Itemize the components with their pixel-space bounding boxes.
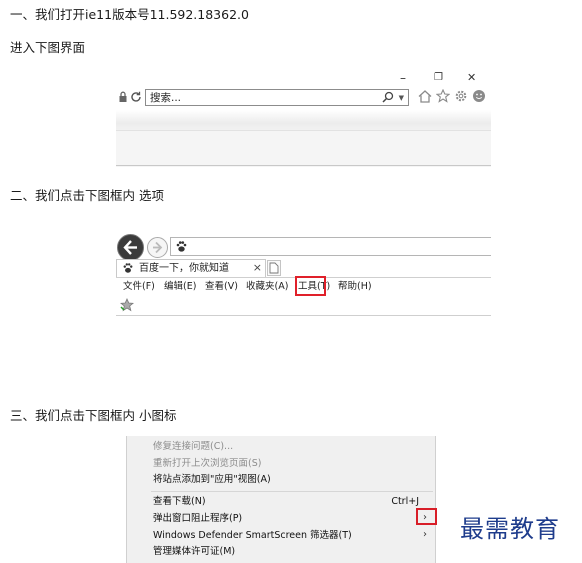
address-input-text: 搜索...	[150, 92, 182, 104]
home-icon[interactable]	[418, 90, 432, 103]
close-tab-icon[interactable]: ×	[253, 261, 262, 275]
menu-item-fix-connection: 修复连接问题(C)...	[153, 441, 234, 452]
address-bar[interactable]	[170, 237, 491, 256]
refresh-icon[interactable]	[130, 91, 142, 103]
watermark-logo: 最需教育	[460, 515, 560, 543]
menu-view[interactable]: 查看(V)	[205, 280, 238, 293]
divider	[116, 315, 491, 316]
step-2-text: 二、我们点击下图框内 选项	[10, 188, 164, 203]
baidu-paw-icon	[175, 240, 188, 253]
favorites-star-icon[interactable]	[436, 89, 450, 103]
step-1-subtext: 进入下图界面	[10, 40, 86, 55]
menu-file[interactable]: 文件(F)	[123, 280, 155, 293]
menu-separator	[151, 491, 433, 492]
new-tab-button[interactable]	[267, 260, 281, 276]
tab-baidu[interactable]: 百度一下，你就知道 ×	[116, 259, 266, 278]
smartscreen-submenu-arrow-icon[interactable]: ›	[423, 528, 427, 541]
forward-button[interactable]	[147, 237, 168, 258]
menu-item-add-site-to-apps[interactable]: 将站点添加到"应用"视图(A)	[153, 473, 271, 486]
menu-item-reopen-session: 重新打开上次浏览页面(S)	[153, 458, 262, 469]
tab-title: 百度一下，你就知道	[139, 263, 229, 274]
tools-highlight-box	[295, 276, 326, 296]
favorites-bar	[116, 295, 491, 315]
gear-icon[interactable]	[454, 89, 468, 103]
menu-favorites[interactable]: 收藏夹(A)	[246, 280, 288, 293]
maximize-button[interactable]: ❐	[434, 71, 443, 85]
back-button[interactable]	[117, 234, 144, 261]
smiley-icon[interactable]	[472, 89, 486, 103]
menu-edit[interactable]: 编辑(E)	[164, 280, 196, 293]
tools-menu-screenshot: 修复连接问题(C)... 重新打开上次浏览页面(S) 将站点添加到"应用"视图(…	[126, 436, 436, 563]
menu-item-media-licenses[interactable]: 管理媒体许可证(M)	[153, 545, 235, 558]
ie11-menubar-screenshot: 百度一下，你就知道 × 文件(F) 编辑(E) 查看(V) 收藏夹(A) 工具(…	[116, 233, 491, 316]
menu-help[interactable]: 帮助(H)	[338, 280, 372, 293]
toolbar-shadow	[116, 110, 491, 132]
submenu-arrow-highlight-box	[416, 508, 437, 525]
step-3-text: 三、我们点击下图框内 小图标	[10, 408, 177, 423]
search-icon[interactable]	[382, 89, 394, 103]
baidu-paw-icon	[122, 262, 134, 274]
shortcut-view-downloads: Ctrl+J	[391, 496, 419, 507]
dropdown-icon[interactable]: ▼	[399, 91, 404, 105]
close-button[interactable]: ✕	[467, 71, 476, 85]
menu-item-smartscreen[interactable]: Windows Defender SmartScreen 筛选器(T)	[153, 529, 352, 542]
menu-item-view-downloads[interactable]: 查看下载(N)	[153, 495, 206, 508]
minimize-button[interactable]: –	[400, 71, 406, 85]
content-area	[116, 130, 491, 167]
lock-icon	[118, 91, 128, 103]
divider	[116, 165, 491, 166]
search-address-bar[interactable]: 搜索... ▼	[145, 89, 409, 106]
menu-item-popup-blocker[interactable]: 弹出窗口阻止程序(P)	[153, 512, 242, 525]
add-favorites-icon[interactable]	[120, 298, 134, 312]
article-page: 一、我们打开ie11版本号11.592.18362.0 进入下图界面 – ❐ ✕…	[0, 0, 582, 563]
step-1-text: 一、我们打开ie11版本号11.592.18362.0	[10, 7, 249, 22]
ie11-window-screenshot: – ❐ ✕ 搜索... ▼	[116, 66, 491, 167]
